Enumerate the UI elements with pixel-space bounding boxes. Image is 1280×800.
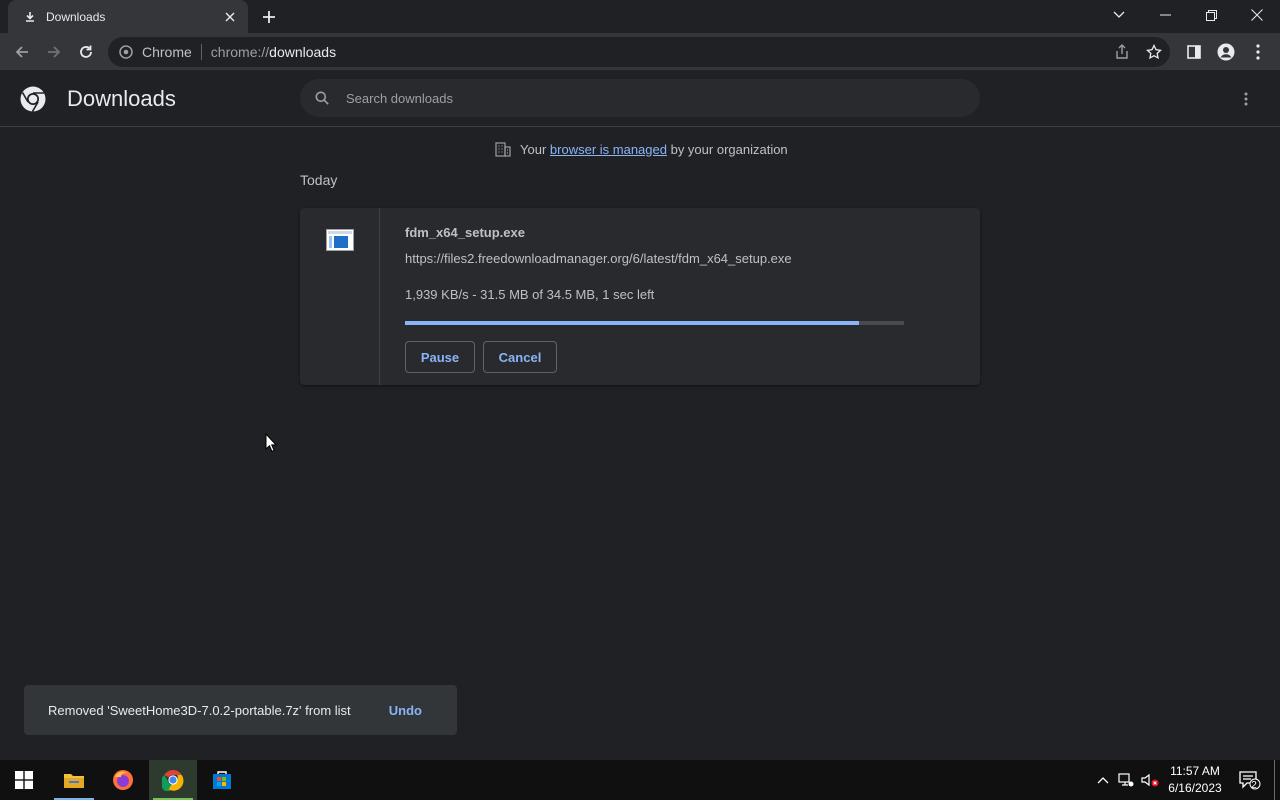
download-status: 1,939 KB/s - 31.5 MB of 34.5 MB, 1 sec l… bbox=[405, 287, 655, 302]
pause-button[interactable]: Pause bbox=[405, 341, 475, 373]
browser-managed-link[interactable]: browser is managed bbox=[550, 142, 667, 157]
clock-time: 11:57 AM bbox=[1170, 764, 1220, 778]
installer-file-icon bbox=[326, 229, 354, 251]
clock-date: 6/16/2023 bbox=[1168, 781, 1222, 795]
search-placeholder: Search downloads bbox=[346, 90, 453, 106]
reload-icon[interactable] bbox=[72, 38, 100, 66]
omnibox-separator bbox=[200, 44, 202, 60]
close-window-icon[interactable] bbox=[1234, 0, 1280, 30]
tab-downloads[interactable]: Downloads bbox=[8, 0, 248, 33]
notifications-icon[interactable]: 2 bbox=[1236, 760, 1264, 800]
forward-icon[interactable] bbox=[40, 38, 68, 66]
cancel-button[interactable]: Cancel bbox=[483, 341, 557, 373]
download-filename[interactable]: fdm_x64_setup.exe bbox=[405, 225, 525, 240]
undo-button[interactable]: Undo bbox=[389, 703, 422, 718]
managed-prefix: Your bbox=[520, 141, 547, 157]
taskbar-clock[interactable]: 11:57 AM 6/16/2023 bbox=[1160, 763, 1230, 797]
profile-icon[interactable] bbox=[1212, 38, 1240, 66]
removed-toast: Removed 'SweetHome3D-7.0.2-portable.7z' … bbox=[24, 685, 457, 735]
url-scheme: chrome:// bbox=[210, 44, 270, 60]
downloads-header: Downloads Search downloads bbox=[0, 71, 1280, 127]
omnibox[interactable]: Chrome chrome:// downloads bbox=[108, 37, 1170, 67]
download-source-url[interactable]: https://files2.freedownloadmanager.org/6… bbox=[405, 251, 792, 266]
bookmark-star-icon[interactable] bbox=[1142, 40, 1166, 64]
search-downloads-input[interactable]: Search downloads bbox=[300, 79, 980, 117]
more-actions-icon[interactable] bbox=[1236, 87, 1256, 111]
chrome-logo-icon bbox=[19, 85, 47, 113]
managed-notice: Your browser is managed by your organiza… bbox=[494, 139, 788, 159]
mouse-cursor-icon bbox=[265, 432, 278, 453]
minimize-icon[interactable] bbox=[1142, 0, 1188, 30]
search-icon bbox=[314, 90, 330, 106]
firefox-icon[interactable] bbox=[99, 760, 147, 800]
chrome-page-icon bbox=[118, 44, 134, 60]
url-host: downloads bbox=[269, 44, 337, 60]
tab-strip: Downloads bbox=[0, 0, 1280, 33]
network-icon[interactable] bbox=[1116, 760, 1136, 800]
new-tab-button[interactable] bbox=[258, 6, 280, 28]
show-hidden-icons-icon[interactable] bbox=[1094, 760, 1112, 800]
file-explorer-icon[interactable] bbox=[50, 760, 98, 800]
download-progress-bar bbox=[405, 321, 904, 325]
tab-search-icon[interactable] bbox=[1096, 0, 1142, 30]
download-progress-fill bbox=[405, 321, 860, 325]
managed-suffix: by your organization bbox=[670, 141, 788, 157]
browser-toolbar: Chrome chrome:// downloads bbox=[0, 33, 1280, 71]
back-icon[interactable] bbox=[8, 38, 36, 66]
building-icon bbox=[494, 140, 512, 158]
restore-icon[interactable] bbox=[1188, 0, 1234, 30]
chrome-menu-icon[interactable] bbox=[1244, 38, 1272, 66]
notification-count: 2 bbox=[1251, 780, 1257, 791]
share-icon[interactable] bbox=[1110, 40, 1134, 64]
windows-taskbar: 11:57 AM 6/16/2023 2 bbox=[0, 760, 1280, 800]
tab-title: Downloads bbox=[46, 9, 106, 24]
volume-muted-icon[interactable] bbox=[1140, 760, 1160, 800]
microsoft-store-icon[interactable] bbox=[198, 760, 246, 800]
file-icon-column bbox=[300, 208, 380, 385]
windows-start-icon[interactable] bbox=[0, 760, 48, 800]
side-panel-icon[interactable] bbox=[1180, 38, 1208, 66]
show-desktop-divider[interactable] bbox=[1274, 760, 1275, 800]
close-tab-icon[interactable] bbox=[222, 9, 238, 25]
date-header: Today bbox=[300, 172, 338, 188]
download-item: fdm_x64_setup.exe https://files2.freedow… bbox=[300, 208, 980, 385]
download-icon bbox=[22, 9, 38, 25]
toast-message: Removed 'SweetHome3D-7.0.2-portable.7z' … bbox=[48, 702, 351, 718]
chrome-taskbar-icon[interactable] bbox=[149, 760, 197, 800]
page-title: Downloads bbox=[67, 86, 176, 111]
omnibox-chip: Chrome bbox=[142, 44, 192, 60]
